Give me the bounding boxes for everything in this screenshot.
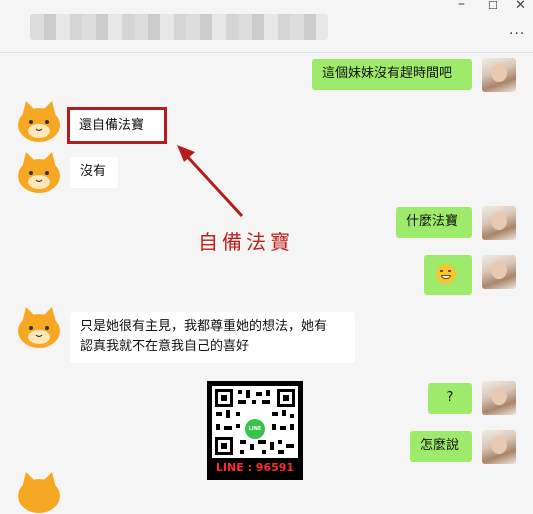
maximize-icon[interactable]: ☐: [488, 0, 498, 12]
message-bubble-incoming: 只是她很有主見，我都尊重她的想法，她有 認真我就不在意我自己的喜好: [70, 312, 355, 363]
message-bubble-highlighted: 還自備法寶: [67, 107, 167, 144]
message-bubble-outgoing: 什麼法寶: [396, 207, 472, 238]
message-bubble-outgoing-emoji: [424, 255, 472, 295]
message-text: ?: [446, 390, 454, 405]
chat-header: – ☐ ✕ ···: [0, 0, 533, 53]
minimize-icon[interactable]: –: [458, 0, 465, 12]
qr-code-image: LINE LINE : 96591: [207, 381, 303, 480]
blurred-contact-name: [30, 14, 328, 40]
message-bubble-incoming: 沒有: [70, 157, 118, 188]
message-text-line: 只是她很有主見，我都尊重她的想法，她有: [80, 319, 328, 334]
message-bubble-outgoing: ?: [428, 383, 472, 414]
message-text: 沒有: [80, 164, 107, 179]
grinning-face-icon: [436, 264, 456, 284]
line-logo-icon: LINE: [245, 419, 265, 439]
message-bubble-outgoing: 這個妹妹沒有趕時間吧: [312, 59, 472, 90]
message-text: 還自備法寶: [79, 118, 145, 133]
cat-avatar[interactable]: [16, 99, 62, 143]
cat-avatar[interactable]: [16, 150, 62, 194]
cat-avatar[interactable]: [16, 470, 62, 514]
close-icon[interactable]: ✕: [515, 0, 526, 13]
avatar[interactable]: [482, 206, 516, 240]
avatar[interactable]: [482, 255, 516, 289]
annotation-label: 自備法寶: [198, 230, 294, 254]
avatar[interactable]: [482, 381, 516, 415]
message-bubble-outgoing: 怎麼說: [410, 431, 472, 462]
cat-avatar[interactable]: [16, 305, 62, 349]
avatar[interactable]: [482, 430, 516, 464]
message-text: 怎麼說: [420, 438, 460, 453]
message-text-line: 認真我就不在意我自己的喜好: [80, 339, 250, 354]
message-text: 什麼法寶: [406, 214, 459, 229]
message-text: 這個妹妹沒有趕時間吧: [322, 66, 453, 81]
more-dots-icon[interactable]: ···: [509, 26, 525, 42]
avatar[interactable]: [482, 58, 516, 92]
qr-line-id-label: LINE : 96591: [215, 461, 295, 474]
